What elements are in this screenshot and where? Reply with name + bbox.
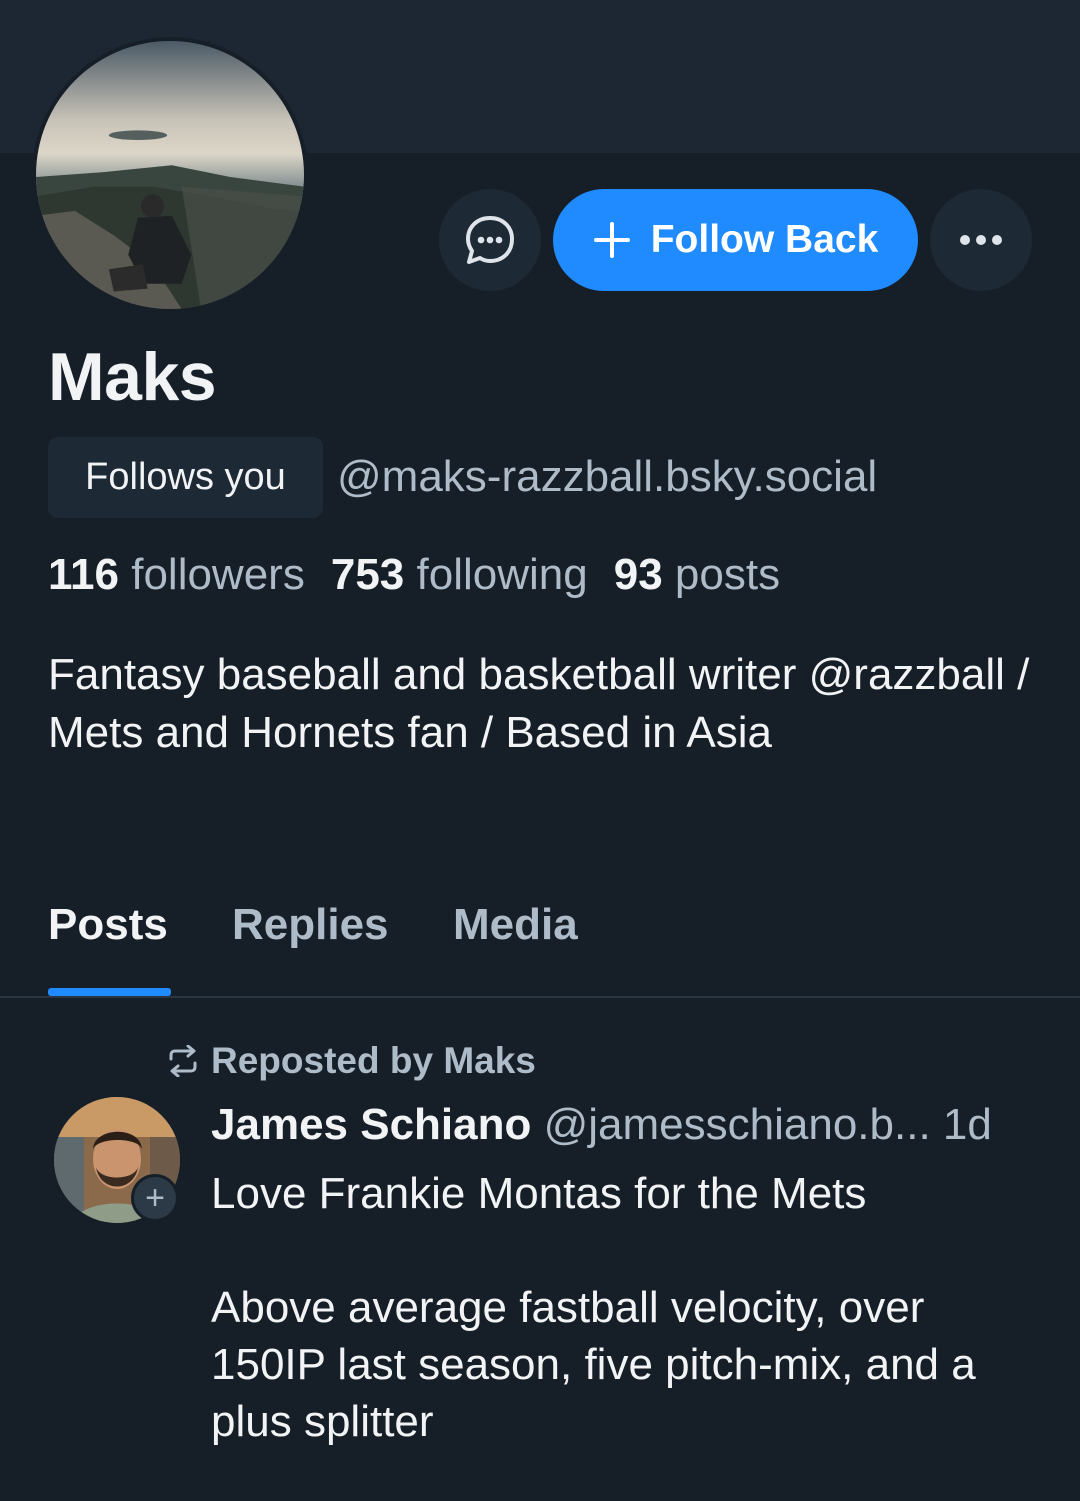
- posts-label: posts: [674, 550, 781, 599]
- post-header: James Schiano @jamesschiano.b... 1d: [211, 1100, 1041, 1150]
- profile-avatar[interactable]: [32, 37, 308, 313]
- follow-back-label: Follow Back: [650, 218, 879, 261]
- profile-screen: Follow Back Maks Follows you @maks-razzb…: [0, 0, 1080, 1501]
- repost-indicator[interactable]: Reposted by Maks: [165, 1040, 536, 1082]
- profile-handle[interactable]: @maks-razzball.bsky.social: [337, 452, 877, 502]
- profile-bio: Fantasy baseball and basketball writer @…: [48, 650, 1030, 757]
- following-count: 753: [330, 550, 405, 599]
- message-button[interactable]: [439, 189, 541, 291]
- repost-label: Reposted by Maks: [211, 1040, 536, 1081]
- follow-back-button[interactable]: Follow Back: [553, 189, 918, 291]
- followers-label: followers: [131, 550, 305, 599]
- post-text[interactable]: Love Frankie Montas for the Mets Above a…: [211, 1165, 1041, 1450]
- post-timestamp[interactable]: 1d: [943, 1100, 992, 1149]
- tab-posts[interactable]: Posts: [48, 900, 168, 950]
- post-author-name[interactable]: James Schiano: [211, 1100, 531, 1149]
- posts-count: 93: [613, 550, 663, 599]
- follows-you-badge: Follows you: [48, 437, 323, 518]
- profile-photo-icon: [36, 41, 304, 309]
- posts-stat: 93 posts: [614, 550, 780, 600]
- display-name: Maks: [48, 339, 217, 415]
- follow-author-plus-icon[interactable]: +: [131, 1174, 179, 1222]
- following-stat[interactable]: 753 following: [331, 550, 588, 600]
- more-options-button[interactable]: [930, 189, 1032, 291]
- ellipsis-icon: [960, 235, 1002, 245]
- repost-icon: [169, 1045, 197, 1077]
- post-author-handle[interactable]: @jamesschiano.b...: [544, 1100, 931, 1149]
- profile-tabs: Posts Replies Media: [0, 878, 1080, 998]
- profile-stats: 116 followers 753 following 93 posts: [48, 550, 806, 600]
- plus-icon: [593, 222, 630, 258]
- active-tab-indicator: [48, 988, 171, 996]
- chat-bubble-icon: [466, 216, 514, 264]
- followers-stat[interactable]: 116 followers: [48, 550, 305, 600]
- tab-media[interactable]: Media: [453, 900, 578, 950]
- tab-replies[interactable]: Replies: [232, 900, 389, 950]
- following-label: following: [416, 550, 588, 599]
- followers-count: 116: [48, 550, 119, 599]
